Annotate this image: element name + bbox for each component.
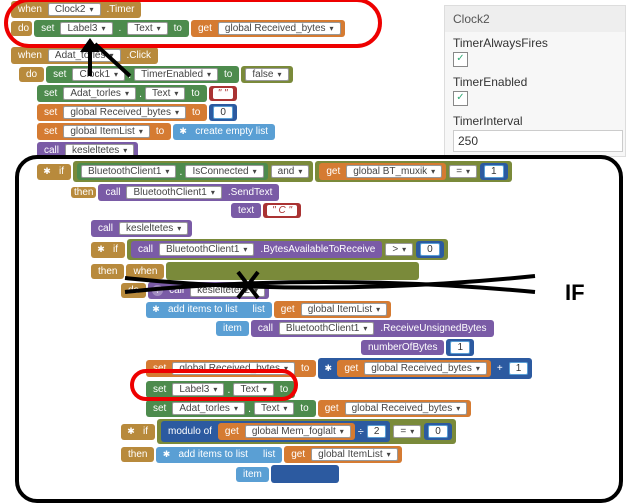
checkbox-timeralwaysfires[interactable]	[453, 52, 468, 67]
prop-timerenabled: TimerEnabled	[453, 75, 617, 89]
add-items-to-list[interactable]: add items to list list	[146, 302, 272, 318]
eq-block-2[interactable]: modulo of getglobal Mem_foglalt ÷2 = 0	[157, 419, 456, 444]
call-bytesavailable[interactable]: callBluetoothClient1.BytesAvailableToRec…	[131, 241, 382, 258]
call-sendtext[interactable]: callBluetoothClient1.SendText	[98, 184, 279, 201]
set-received-bytes[interactable]: setglobal Received_bytesto	[37, 104, 207, 121]
text-literal-empty[interactable]: " "	[209, 86, 237, 101]
gear-icon[interactable]	[177, 126, 189, 138]
panel-title: Clock2	[445, 6, 625, 32]
event-clock2-timer[interactable]: when Clock2 .Timer	[11, 1, 141, 18]
get-bt-muxik[interactable]: getglobal BT_muxik	[319, 163, 446, 180]
do-row: do	[11, 21, 32, 36]
gear-icon[interactable]	[41, 166, 53, 178]
set-clock1-timerenabled[interactable]: setClock1.TimerEnabledto	[46, 66, 239, 83]
annotation-if-label: IF	[565, 280, 585, 306]
set-label3-text-2[interactable]: setLabel3.Textto	[146, 381, 295, 398]
call-receive-unsigned[interactable]: callBluetoothClient1.ReceiveUnsignedByte…	[251, 320, 494, 337]
kw-when: when	[15, 4, 45, 15]
dd-clock2[interactable]: Clock2	[48, 3, 101, 16]
get-received-bytes-2[interactable]: getglobal Received_bytes	[337, 360, 491, 377]
if-block-3[interactable]: if	[121, 424, 155, 440]
blocks-workspace[interactable]: when Clock2 .Timer do set Label3 . Text …	[0, 0, 420, 484]
num-0-c[interactable]: 0	[424, 423, 452, 440]
evt-timer: .Timer	[104, 4, 138, 15]
dd-received-bytes[interactable]: global Received_bytes	[218, 22, 341, 35]
get-itemlist-2[interactable]: getglobal ItemList	[284, 446, 401, 463]
op-gt[interactable]: >	[385, 243, 413, 256]
text-literal-c[interactable]: " C "	[263, 203, 301, 218]
gear-icon[interactable]	[150, 304, 162, 316]
prop-timeralwaysfires: TimerAlwaysFires	[453, 36, 617, 50]
then-label-2: then	[91, 264, 124, 279]
num-0[interactable]: 0	[209, 104, 237, 121]
if-block-2[interactable]: if	[91, 242, 125, 258]
dd-text[interactable]: Text	[127, 22, 167, 35]
call-kesleltetes-2[interactable]: callkesleltetes	[91, 220, 192, 237]
bool-false[interactable]: false	[241, 66, 292, 83]
set-adat-torles-text-2[interactable]: setAdat_torles.Textto	[146, 400, 316, 417]
gear-icon[interactable]	[125, 426, 137, 438]
dd-label3[interactable]: Label3	[60, 22, 112, 35]
modulo-block[interactable]: modulo of getglobal Mem_foglalt ÷2	[161, 421, 390, 442]
prop-timerinterval: TimerInterval	[453, 114, 617, 128]
if-block-1[interactable]: if	[37, 164, 71, 180]
item-label: item	[216, 321, 249, 336]
call-kesleltetes2[interactable]: callkesleltetes2	[148, 282, 269, 299]
gear-icon[interactable]	[95, 244, 107, 256]
get-itemlist[interactable]: getglobal ItemList	[274, 301, 391, 318]
num-0-b[interactable]: 0	[416, 241, 444, 258]
then-label: then	[71, 187, 96, 198]
and-block[interactable]: BluetoothClient1.IsConnected and	[73, 161, 313, 182]
event-adat-torles-click[interactable]: when Adat_torles .Click	[11, 47, 158, 64]
dd-adat-torles[interactable]: Adat_torles	[48, 49, 121, 62]
input-timerinterval[interactable]	[453, 130, 623, 152]
checkbox-timerenabled[interactable]	[453, 91, 468, 106]
set-label3-text[interactable]: set Label3 . Text to	[34, 20, 189, 37]
op-and[interactable]: and	[271, 165, 310, 178]
get-received-bytes-3[interactable]: getglobal Received_bytes	[318, 400, 472, 417]
plus-block[interactable]: getglobal Received_bytes + 1	[318, 358, 532, 379]
set-received-bytes-2[interactable]: setglobal Received_bytesto	[146, 360, 316, 377]
add-items-to-list-2[interactable]: add items to list list	[156, 447, 282, 463]
item-label-2: item	[236, 467, 269, 482]
num-1[interactable]: 1	[480, 163, 508, 180]
eq-block[interactable]: getglobal BT_muxik = 1	[315, 161, 511, 182]
properties-panel: Clock2 TimerAlwaysFires TimerEnabled Tim…	[444, 5, 626, 157]
create-empty-list[interactable]: create empty list	[173, 124, 275, 140]
op-eq-2[interactable]: =	[393, 425, 421, 438]
set-adat-torles-text[interactable]: setAdat_torles.Textto	[37, 85, 207, 102]
crossed-condition[interactable]	[166, 262, 419, 280]
op-eq[interactable]: =	[449, 165, 477, 178]
do-label-2: do	[121, 283, 146, 298]
then-label-3: then	[121, 447, 154, 462]
set-itemlist[interactable]: setglobal ItemListto	[37, 123, 171, 140]
gear-icon[interactable]	[160, 449, 172, 461]
help-icon[interactable]	[152, 285, 163, 296]
bt-isconnected[interactable]: BluetoothClient1.IsConnected	[77, 163, 268, 180]
get-mem-foglalt[interactable]: getglobal Mem_foglalt	[218, 423, 355, 440]
call-kesleltetes[interactable]: callkesleltetes	[37, 142, 138, 159]
arg-text: text	[231, 203, 261, 218]
num-1-b[interactable]: 1	[446, 339, 474, 356]
partial-num[interactable]	[271, 465, 339, 483]
compare-gt[interactable]: callBluetoothClient1.BytesAvailableToRec…	[127, 239, 448, 260]
gear-icon[interactable]	[322, 363, 334, 375]
do-label: do	[19, 67, 44, 82]
arg-numberofbytes: numberOfBytes	[361, 340, 444, 355]
get-received-bytes[interactable]: get global Received_bytes	[191, 20, 345, 37]
while-block[interactable]: when	[126, 264, 164, 279]
